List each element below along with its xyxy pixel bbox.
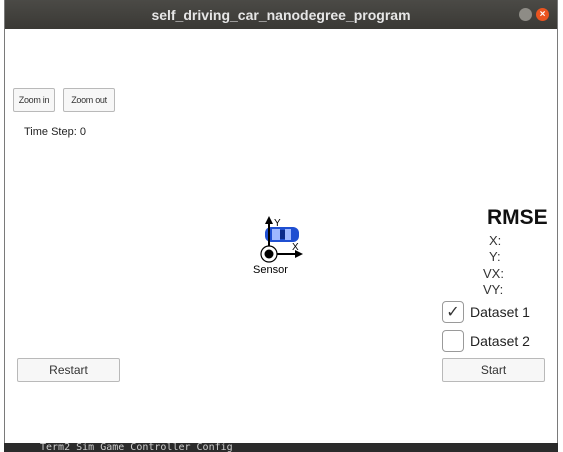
- zoom-out-button[interactable]: Zoom out: [63, 88, 115, 112]
- x-axis-label: X: [292, 242, 299, 253]
- rmse-x-label: X:: [489, 233, 502, 248]
- minimize-button[interactable]: [519, 8, 532, 21]
- close-button[interactable]: ×: [536, 8, 549, 21]
- checkmark-icon: ✓: [446, 304, 460, 321]
- time-step-label: Time Step: 0: [24, 126, 86, 138]
- title-bar[interactable]: self_driving_car_nanodegree_program ×: [5, 0, 557, 29]
- background-terminal-text: Term2 Sim Game Controller Config: [4, 443, 558, 452]
- y-axis-label: Y: [274, 218, 281, 229]
- window-controls: ×: [519, 8, 549, 21]
- window-title: self_driving_car_nanodegree_program: [151, 6, 411, 23]
- rmse-vy-label: VY:: [483, 282, 504, 297]
- rmse-y-label: Y:: [489, 249, 501, 264]
- rmse-title: RMSE: [487, 206, 548, 229]
- sensor-label: Sensor: [253, 264, 288, 276]
- dataset1-checkbox[interactable]: ✓: [442, 301, 464, 323]
- zoom-in-button[interactable]: Zoom in: [13, 88, 55, 112]
- close-icon: ×: [539, 9, 546, 20]
- dataset1-label[interactable]: Dataset 1: [470, 304, 530, 320]
- restart-button[interactable]: Restart: [17, 358, 120, 382]
- sensor-icon: [260, 245, 278, 263]
- scene-view: Y X Sensor: [253, 216, 303, 276]
- rmse-vx-label: VX:: [483, 266, 504, 281]
- dataset2-label[interactable]: Dataset 2: [470, 333, 530, 349]
- simulator-window: self_driving_car_nanodegree_program × Zo…: [4, 0, 558, 446]
- start-button[interactable]: Start: [442, 358, 545, 382]
- dataset2-checkbox[interactable]: [442, 330, 464, 352]
- car-icon: [265, 227, 299, 242]
